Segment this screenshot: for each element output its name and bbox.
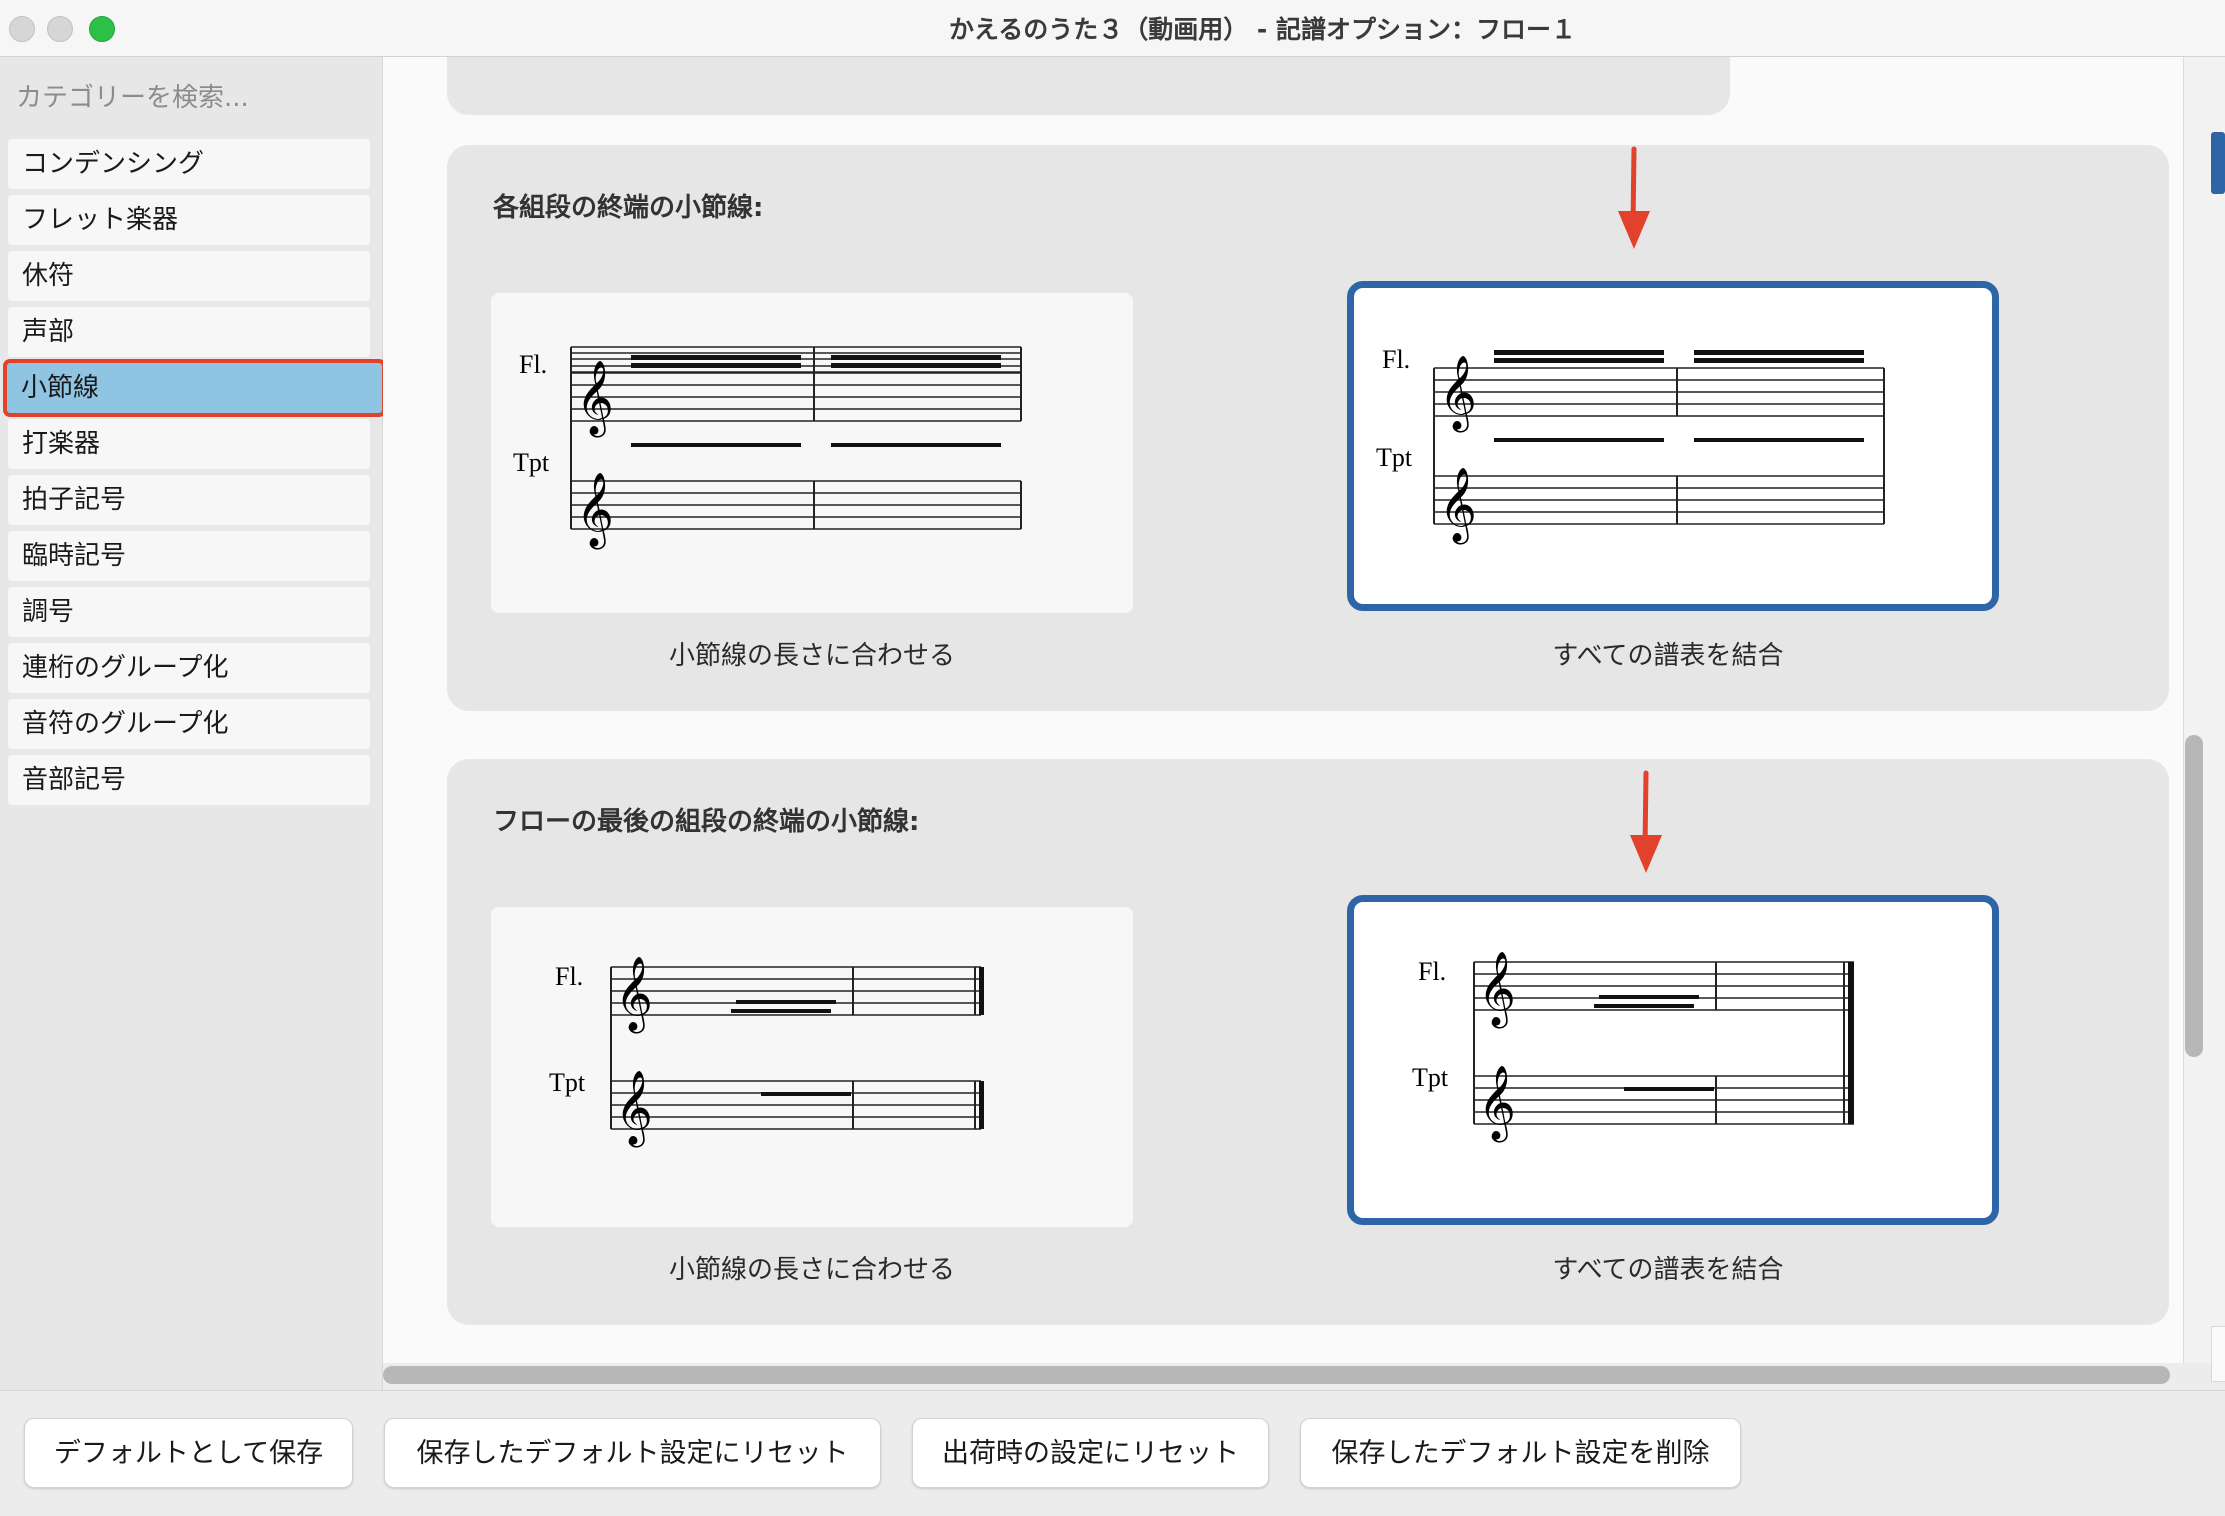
down-arrow-icon [1630,770,1662,873]
option-match-barline-length[interactable]: 𝄞 𝄞 Fl. Tpt [491,293,1133,613]
bottom-button-bar: デフォルトとして保存 保存したデフォルト設定にリセット 出荷時の設定にリセット … [0,1390,2225,1516]
horizontal-scrollbar-thumb[interactable] [383,1366,2170,1384]
staff-label-trumpet: Tpt [1412,1063,1449,1092]
vertical-scrollbar-thumb[interactable] [2185,735,2203,1057]
sidebar-item-percussion[interactable]: 打楽器 [8,419,370,469]
score-preview-partial: 𝄞 𝄞 Fl. Tpt [549,957,984,1148]
option-caption: 小節線の長さに合わせる [668,641,955,671]
category-list: コンデンシング フレット楽器 休符 声部 小節線 打楽器 拍子記号 臨時記号 調… [3,139,386,811]
staff-label-flute: Fl. [1382,345,1410,374]
down-arrow-icon [1618,146,1650,249]
score-preview-partial: 𝄞 𝄞 Fl. Tpt [513,346,1022,550]
option-caption: すべての譜表を結合 [1552,1255,1784,1285]
sidebar-item-clefs[interactable]: 音部記号 [8,755,370,805]
staff-label-flute: Fl. [1418,957,1446,986]
save-as-default-button[interactable]: デフォルトとして保存 [24,1418,353,1488]
score-preview-joined: 𝄞 𝄞 Fl. Tpt [1412,952,1854,1143]
reset-to-saved-default-button[interactable]: 保存したデフォルト設定にリセット [384,1418,881,1488]
option-match-barline-length[interactable]: 𝄞 𝄞 Fl. Tpt [491,907,1133,1227]
svg-text:𝄞: 𝄞 [1439,468,1477,545]
svg-text:𝄞: 𝄞 [615,957,653,1034]
staff-label-trumpet: Tpt [549,1068,586,1097]
section-system-end-barline: 各組段の終端の小節線: 𝄞 𝄞 Fl. Tpt 𝄞 𝄞 Fl. Tpt 小節線の… [447,145,2169,711]
vertical-scrollbar-track[interactable] [2183,57,2225,1363]
sidebar-item-beam-grouping[interactable]: 連桁のグループ化 [8,643,370,693]
title-bar: かえるのうた３（動画用） - 記譜オプション：フロー１ [0,0,2225,57]
scroll-lower-indicator [2211,1326,2225,1382]
staff-label-trumpet: Tpt [1376,443,1413,472]
reset-to-factory-button[interactable]: 出荷時の設定にリセット [912,1418,1269,1488]
sidebar-item-voices[interactable]: 声部 [8,307,370,357]
score-preview-joined: 𝄞 𝄞 Fl. Tpt [1376,345,1885,545]
sidebar-item-barlines[interactable]: 小節線 [3,359,386,417]
sidebar-item-accidentals[interactable]: 臨時記号 [8,531,370,581]
svg-text:𝄞: 𝄞 [615,1071,653,1148]
sidebar-item-note-grouping[interactable]: 音符のグループ化 [8,699,370,749]
section-final-system-end-barline: フローの最後の組段の終端の小節線: 𝄞 𝄞 Fl. Tpt 𝄞 𝄞 Fl. Tp… [447,759,2169,1325]
sidebar-item-fretted-instruments[interactable]: フレット楽器 [8,195,370,245]
sidebar-item-time-signatures[interactable]: 拍子記号 [8,475,370,525]
sidebar-item-condensing[interactable]: コンデンシング [8,139,370,189]
option-join-all-staves[interactable]: 𝄞 𝄞 Fl. Tpt [1347,281,1999,611]
sidebar-item-rests[interactable]: 休符 [8,251,370,301]
previous-section-panel [447,57,1730,115]
section-heading: フローの最後の組段の終端の小節線: [493,807,920,837]
window-title: かえるのうた３（動画用） - 記譜オプション：フロー１ [948,15,1577,44]
category-sidebar: コンデンシング フレット楽器 休符 声部 小節線 打楽器 拍子記号 臨時記号 調… [0,57,386,1390]
staff-label-trumpet: Tpt [513,448,550,477]
section-heading: 各組段の終端の小節線: [493,193,764,223]
svg-text:𝄞: 𝄞 [576,473,614,550]
scroll-position-marker [2211,132,2225,194]
option-caption: 小節線の長さに合わせる [668,1255,955,1285]
delete-saved-default-button[interactable]: 保存したデフォルト設定を削除 [1300,1418,1741,1488]
staff-label-flute: Fl. [555,962,583,991]
option-join-all-staves[interactable]: 𝄞 𝄞 Fl. Tpt [1347,895,1999,1225]
staff-label-flute: Fl. [519,350,547,379]
sidebar-item-key-signatures[interactable]: 調号 [8,587,370,637]
svg-text:𝄞: 𝄞 [1478,952,1516,1029]
svg-text:𝄞: 𝄞 [576,361,614,438]
option-caption: すべての譜表を結合 [1552,641,1784,671]
svg-text:𝄞: 𝄞 [1439,356,1477,433]
options-content-area: 各組段の終端の小節線: 𝄞 𝄞 Fl. Tpt 𝄞 𝄞 Fl. Tpt 小節線の… [383,57,2183,1363]
category-search-input[interactable] [14,77,368,119]
svg-text:𝄞: 𝄞 [1478,1066,1516,1143]
